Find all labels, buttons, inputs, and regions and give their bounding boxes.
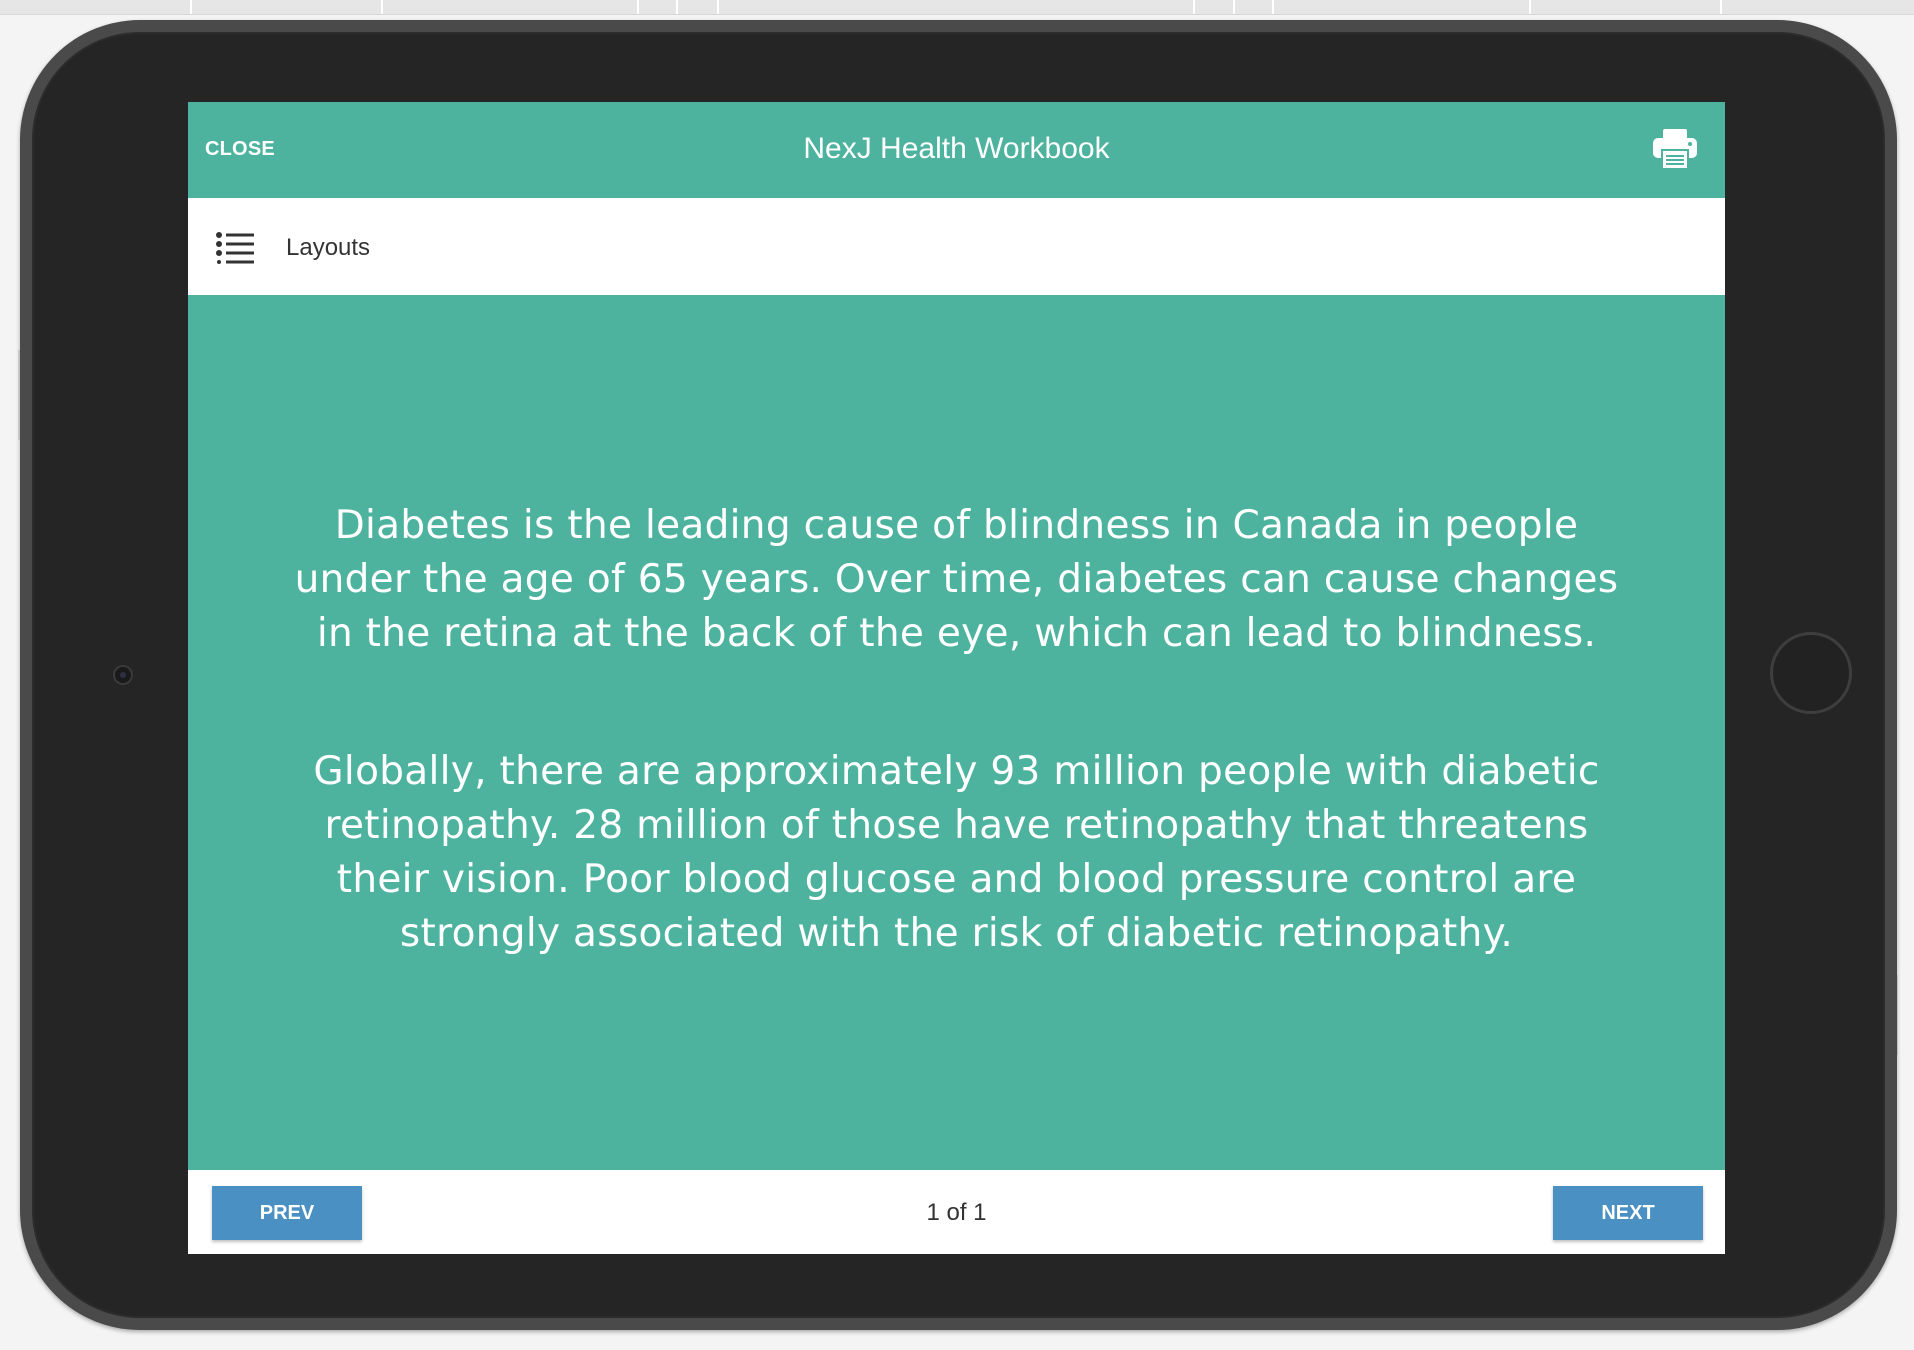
content-panel: Diabetes is the leading cause of blindne… [188, 295, 1725, 1170]
strip-divider [1272, 0, 1274, 14]
home-button[interactable] [1770, 632, 1852, 714]
page-indicator: 1 of 1 [926, 1199, 987, 1226]
list-icon[interactable] [216, 232, 256, 264]
camera-icon [113, 665, 133, 685]
strip-divider [1193, 0, 1195, 14]
strip-divider [190, 0, 192, 14]
content-paragraph-2: Globally, there are approximately 93 mil… [313, 749, 1600, 956]
content-paragraph-1: Diabetes is the leading cause of blindne… [294, 503, 1619, 656]
strip-divider [717, 0, 719, 14]
strip-divider [1720, 0, 1722, 14]
layouts-label: Layouts [286, 234, 371, 261]
app-screen: CLOSE NexJ Health Workbook Layouts Diabe… [188, 102, 1725, 1254]
strip-divider [637, 0, 639, 14]
strip-divider [1233, 0, 1235, 14]
app-header: CLOSE NexJ Health Workbook [188, 102, 1725, 198]
strip-divider [381, 0, 383, 14]
pagination-footer: PREV 1 of 1 NEXT [188, 1170, 1725, 1254]
layouts-bar: Layouts [188, 198, 1725, 295]
browser-top-strip [0, 0, 1914, 15]
app-title: NexJ Health Workbook [803, 132, 1110, 165]
strip-divider [1529, 0, 1531, 14]
printer-icon[interactable] [1652, 128, 1698, 170]
next-button[interactable]: NEXT [1553, 1186, 1703, 1240]
strip-divider [676, 0, 678, 14]
